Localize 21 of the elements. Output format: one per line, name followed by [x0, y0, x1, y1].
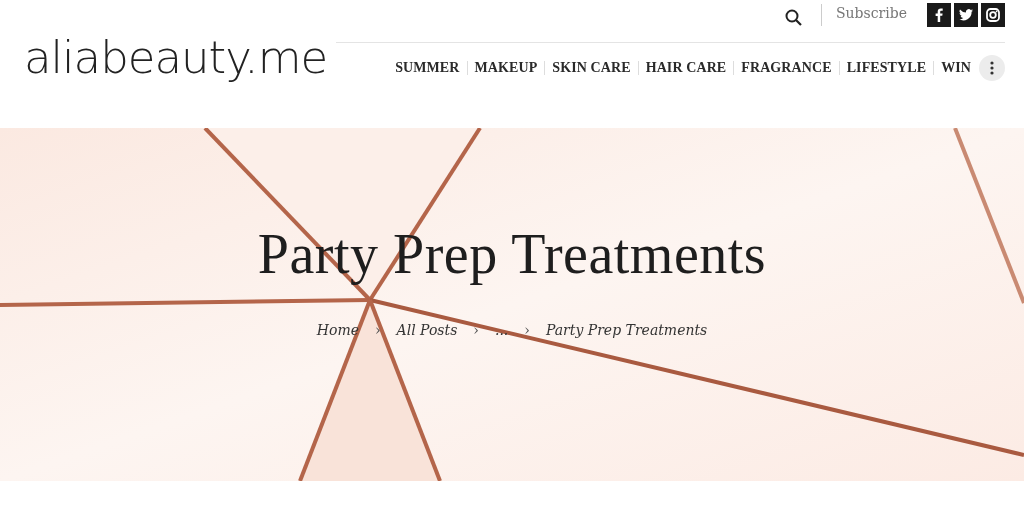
- nav-link[interactable]: SUMMER: [395, 60, 460, 76]
- more-menu-button[interactable]: [979, 55, 1005, 81]
- nav-link[interactable]: LIFESTYLE: [846, 60, 927, 76]
- more-dots-icon: [990, 61, 994, 75]
- nav-link[interactable]: MAKEUP: [474, 60, 538, 76]
- breadcrumb-separator: ›: [473, 322, 479, 338]
- twitter-icon[interactable]: [954, 3, 978, 27]
- nav-link[interactable]: HAIR CARE: [645, 60, 727, 76]
- subscribe-link[interactable]: Subscribe: [836, 5, 907, 21]
- nav-link[interactable]: WIN: [941, 60, 971, 76]
- site-logo[interactable]: aliabeauty.me: [0, 0, 336, 84]
- facebook-icon[interactable]: [927, 3, 951, 27]
- breadcrumb-current: Party Prep Treatments: [545, 322, 708, 338]
- instagram-icon[interactable]: [981, 3, 1005, 27]
- breadcrumb-separator: ›: [524, 322, 530, 338]
- search-icon[interactable]: [785, 9, 802, 26]
- breadcrumb-separator: ›: [374, 322, 381, 338]
- nav-link[interactable]: FRAGRANCE: [741, 60, 832, 76]
- breadcrumb-link[interactable]: ...: [494, 322, 509, 338]
- nav-link[interactable]: SKIN CARE: [552, 60, 631, 76]
- breadcrumb-link[interactable]: All Posts: [396, 322, 458, 338]
